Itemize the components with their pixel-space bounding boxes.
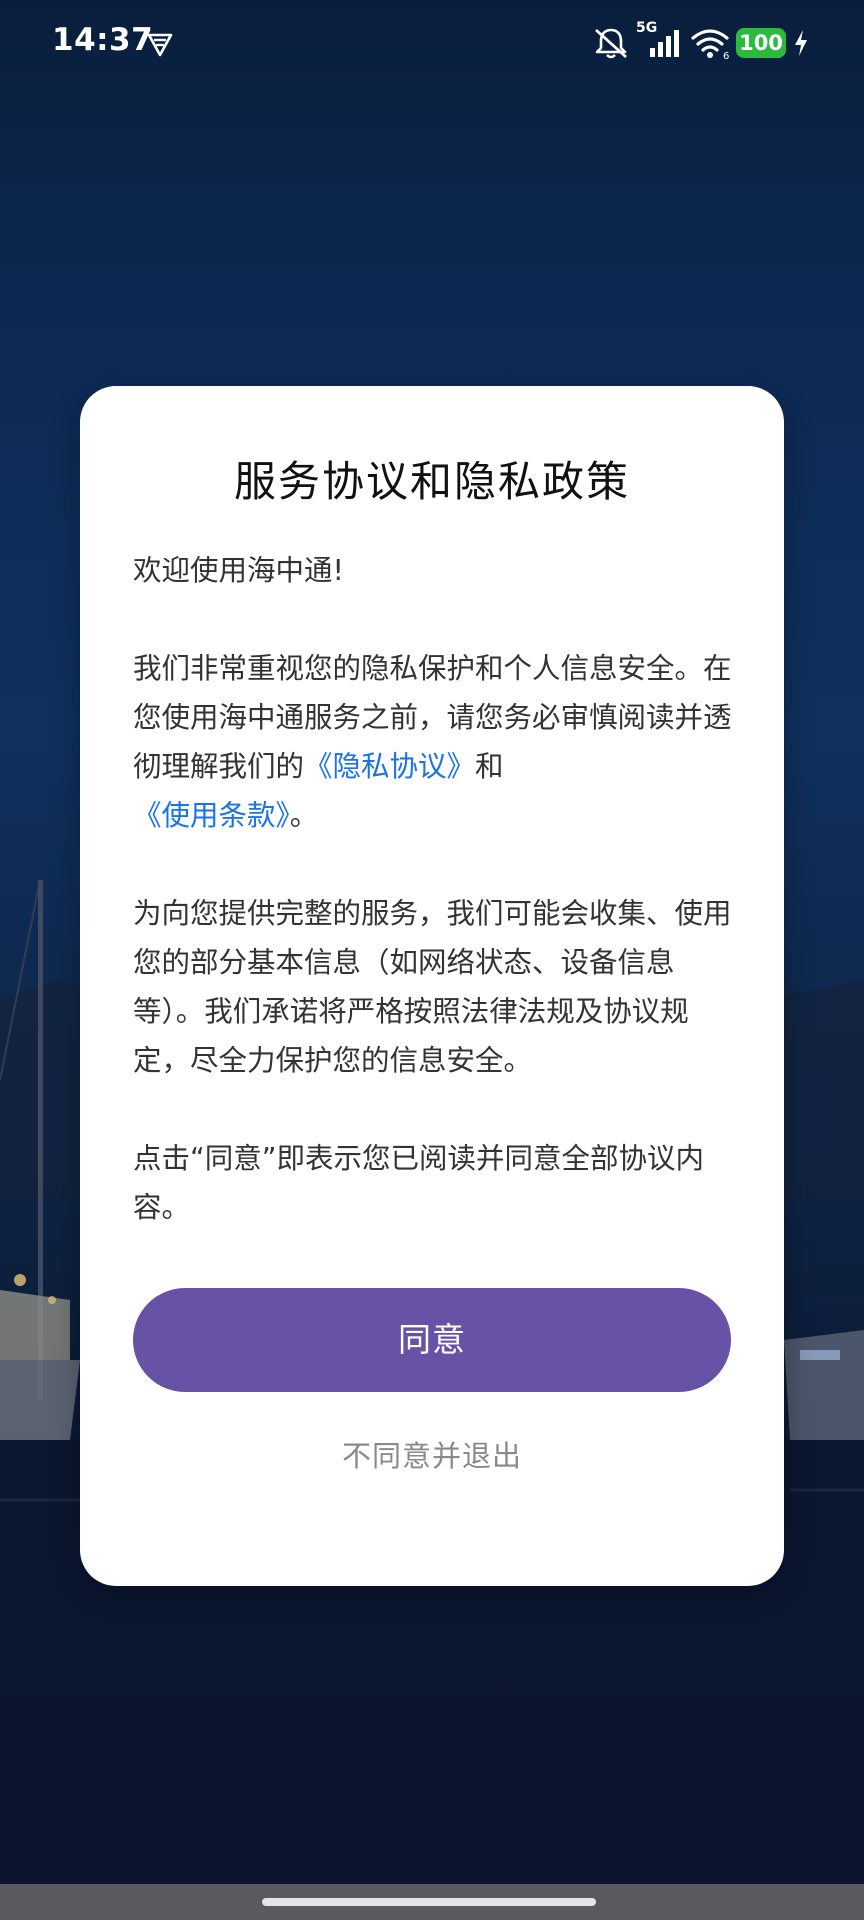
wifi-icon: 6 [691, 29, 729, 60]
status-bar: 14:37 5G 6 100 [0, 0, 864, 86]
privacy-paragraph-end: 。 [289, 799, 319, 832]
vpn-shield-icon [147, 33, 173, 57]
dialog-title: 服务协议和隐私政策 [233, 457, 630, 506]
privacy-agreement-link[interactable]: 《隐私协议》 [304, 750, 475, 783]
decline-exit-button[interactable]: 不同意并退出 [133, 1426, 731, 1486]
status-time: 14:37 [52, 22, 154, 58]
privacy-paragraph: 我们非常重视您的隐私保护和个人信息安全。在您使用海中通服务之前，请您务必审慎阅读… [133, 644, 733, 840]
home-indicator[interactable] [262, 1898, 596, 1906]
privacy-dialog: 服务协议和隐私政策 欢迎使用海中通! 我们非常重视您的隐私保护和个人信息安全。在… [80, 386, 784, 1586]
agree-button[interactable]: 同意 [133, 1288, 731, 1392]
svg-text:6: 6 [723, 51, 729, 60]
data-collection-paragraph: 为向您提供完整的服务，我们可能会收集、使用您的部分基本信息（如网络状态、设备信息… [133, 897, 732, 1077]
terms-of-use-link[interactable]: 《使用条款》 [133, 799, 290, 832]
mute-bell-icon [595, 28, 627, 59]
consent-paragraph: 点击“同意”即表示您已阅读并同意全部协议内容。 [133, 1142, 705, 1224]
signal-icon [650, 30, 679, 57]
charging-icon [795, 30, 807, 56]
navigation-bar [0, 1884, 864, 1920]
welcome-text: 欢迎使用海中通! [133, 554, 344, 587]
battery-indicator: 100 [736, 28, 786, 58]
privacy-paragraph-joiner: 和 [475, 750, 504, 783]
cellular-signal: 5G [636, 20, 684, 60]
dialog-content: 欢迎使用海中通! 我们非常重视您的隐私保护和个人信息安全。在您使用海中通服务之前… [133, 546, 733, 1232]
